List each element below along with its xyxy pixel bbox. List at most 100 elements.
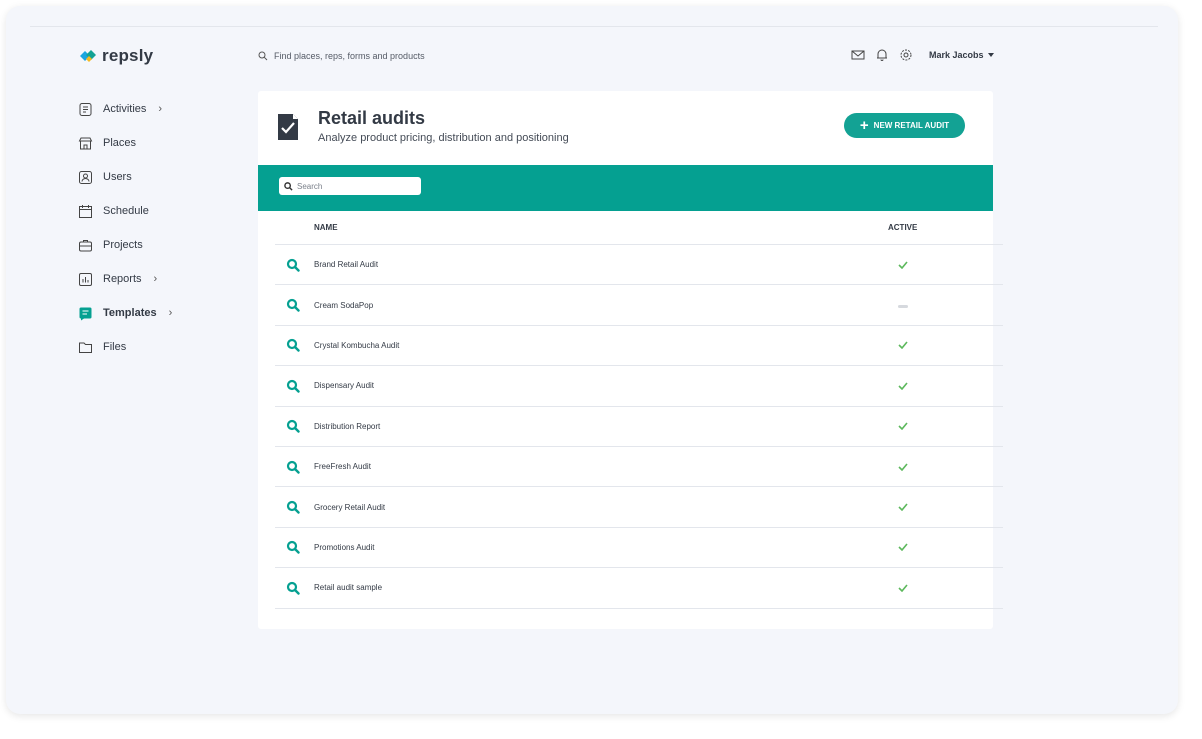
search-icon — [284, 181, 293, 191]
filter-bar — [258, 165, 993, 211]
logo-text: repsly — [102, 46, 154, 65]
chevron-right-icon: › — [153, 273, 158, 285]
user-menu[interactable]: Mark Jacobs — [929, 50, 994, 60]
audit-name[interactable]: Distribution Report — [314, 422, 888, 431]
new-retail-audit-label: NEW RETAIL AUDIT — [873, 121, 950, 130]
chevron-right-icon: › — [168, 307, 173, 319]
audit-name[interactable]: Brand Retail Audit — [314, 260, 888, 269]
check-icon — [898, 463, 908, 471]
new-retail-audit-button[interactable]: + NEW RETAIL AUDIT — [844, 113, 965, 138]
sidebar-item-places[interactable]: Places — [78, 126, 228, 160]
sidebar-item-label: Projects — [103, 239, 143, 251]
active-status — [888, 503, 918, 512]
card-header: Retail audits Analyze product pricing, d… — [258, 91, 993, 165]
divider — [30, 26, 1158, 27]
sidebar: Activities › Places Users Schedule Proje… — [78, 92, 228, 364]
active-status — [888, 584, 918, 592]
sidebar-item-files[interactable]: Files — [78, 330, 228, 364]
search-box[interactable] — [279, 177, 421, 195]
logo[interactable]: repsly — [78, 46, 153, 66]
calendar-icon — [79, 204, 92, 218]
clipboard-icon — [79, 102, 92, 116]
app-window: repsly Find places, reps, forms and prod… — [6, 6, 1178, 714]
global-search-placeholder: Find places, reps, forms and products — [274, 51, 425, 61]
view-details-icon[interactable] — [286, 581, 300, 595]
audits-table: NAME ACTIVE Brand Retail Audit Cream Soda… — [275, 211, 1003, 609]
check-icon — [898, 584, 908, 592]
inactive-dash-icon — [898, 304, 908, 308]
sidebar-item-label: Users — [103, 171, 132, 183]
gear-icon[interactable] — [899, 48, 913, 62]
table-body: Brand Retail Audit Cream SodaPop Crystal K… — [275, 245, 1003, 609]
check-icon — [898, 503, 908, 512]
table-header: NAME ACTIVE — [275, 211, 1003, 245]
table-row[interactable]: Dispensary Audit — [275, 366, 1003, 407]
check-icon — [898, 543, 908, 552]
active-status — [888, 382, 918, 390]
briefcase-icon — [79, 239, 92, 251]
check-icon — [898, 422, 908, 431]
retail-audits-card: Retail audits Analyze product pricing, d… — [258, 91, 1003, 629]
audit-name[interactable]: Cream SodaPop — [314, 301, 888, 310]
table-row[interactable]: Grocery Retail Audit — [275, 487, 1003, 528]
table-row[interactable]: Retail audit sample — [275, 568, 1003, 609]
sidebar-item-label: Schedule — [103, 205, 149, 217]
active-status — [888, 261, 918, 269]
sidebar-item-reports[interactable]: Reports › — [78, 262, 228, 296]
check-icon — [898, 261, 908, 269]
store-icon — [78, 137, 93, 149]
mail-icon[interactable] — [851, 48, 865, 62]
table-row[interactable]: Brand Retail Audit — [275, 245, 1003, 286]
search-icon — [258, 51, 268, 61]
page-subtitle: Analyze product pricing, distribution an… — [318, 132, 569, 144]
active-status — [888, 303, 918, 308]
view-details-icon[interactable] — [286, 419, 300, 433]
audit-name[interactable]: Retail audit sample — [314, 583, 888, 592]
view-details-icon[interactable] — [286, 338, 300, 353]
table-row[interactable]: Cream SodaPop — [275, 285, 1003, 326]
sidebar-item-label: Reports — [103, 273, 142, 285]
template-icon — [79, 307, 92, 320]
table-row[interactable]: Crystal Kombucha Audit — [275, 326, 1003, 367]
table-row[interactable]: Distribution Report — [275, 407, 1003, 447]
audit-name[interactable]: FreeFresh Audit — [314, 462, 888, 471]
plus-icon: + — [859, 117, 869, 134]
view-details-icon[interactable] — [286, 379, 300, 393]
sidebar-item-schedule[interactable]: Schedule — [78, 194, 228, 228]
user-name: Mark Jacobs — [929, 50, 984, 60]
audit-name[interactable]: Dispensary Audit — [314, 381, 888, 390]
repsly-logo-icon — [80, 50, 96, 62]
header-actions: Mark Jacobs — [851, 48, 994, 62]
audit-name[interactable]: Promotions Audit — [314, 543, 888, 552]
sidebar-item-label: Templates — [103, 307, 157, 319]
sidebar-item-users[interactable]: Users — [78, 160, 228, 194]
view-details-icon[interactable] — [286, 540, 300, 555]
check-icon — [898, 341, 908, 350]
sidebar-item-templates[interactable]: Templates › — [78, 296, 228, 330]
column-header-name[interactable]: NAME — [314, 223, 888, 232]
view-details-icon[interactable] — [286, 500, 300, 514]
view-details-icon[interactable] — [286, 258, 300, 272]
search-input[interactable] — [297, 181, 417, 191]
active-status — [888, 463, 918, 471]
user-icon — [79, 170, 92, 184]
sidebar-item-projects[interactable]: Projects — [78, 228, 228, 262]
sidebar-item-label: Activities — [103, 103, 147, 115]
chevron-right-icon: › — [158, 103, 163, 115]
bell-icon[interactable] — [875, 48, 889, 62]
active-status — [888, 341, 918, 350]
table-row[interactable]: Promotions Audit — [275, 528, 1003, 569]
table-row[interactable]: FreeFresh Audit — [275, 447, 1003, 488]
column-header-active[interactable]: ACTIVE — [888, 223, 917, 232]
sidebar-item-activities[interactable]: Activities › — [78, 92, 228, 126]
audit-name[interactable]: Grocery Retail Audit — [314, 503, 888, 512]
folder-icon — [79, 342, 92, 353]
view-details-icon[interactable] — [286, 298, 300, 312]
chart-icon — [79, 272, 92, 286]
active-status — [888, 543, 918, 552]
audit-name[interactable]: Crystal Kombucha Audit — [314, 341, 888, 350]
sidebar-item-label: Files — [103, 341, 127, 353]
global-search[interactable]: Find places, reps, forms and products — [258, 51, 425, 61]
view-details-icon[interactable] — [286, 460, 300, 474]
chevron-down-icon — [987, 53, 994, 57]
